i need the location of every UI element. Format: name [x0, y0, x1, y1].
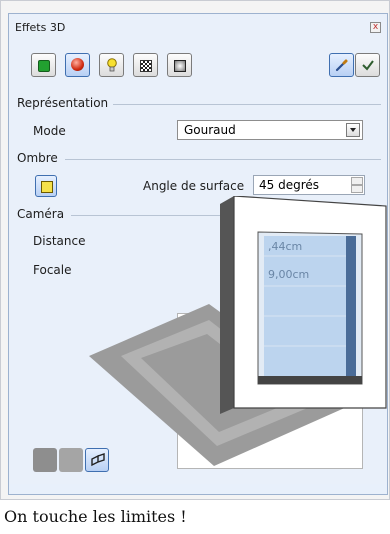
- perspective-toggle-button[interactable]: [85, 448, 109, 472]
- lightbulb-icon: [107, 58, 117, 72]
- update-button[interactable]: [355, 53, 380, 77]
- status-caption: On touche les limites !: [4, 507, 187, 526]
- section-divider: [65, 159, 381, 160]
- panel-title: Effets 3D: [15, 21, 66, 34]
- spin-up-icon[interactable]: [351, 177, 363, 185]
- 3d-window-object: ,44cm 9,00cm: [220, 195, 390, 422]
- chevron-down-icon[interactable]: [346, 123, 360, 137]
- surface-angle-label: Angle de surface: [143, 179, 245, 193]
- shadow-toggle-button[interactable]: [35, 175, 57, 197]
- camera-section-label: Caméra: [17, 207, 65, 221]
- effects-toolbar: [31, 53, 381, 77]
- convert-3d-icon[interactable]: [33, 448, 57, 472]
- checkmark-icon: [362, 60, 374, 71]
- mode-select-value: Gouraud: [184, 123, 236, 137]
- assign-button[interactable]: [329, 53, 354, 77]
- green-cube-icon: [38, 60, 50, 72]
- shading-button[interactable]: [65, 53, 90, 77]
- shadow-icon: [41, 181, 53, 193]
- lathe-object-icon[interactable]: [59, 448, 83, 472]
- shadow-section-label: Ombre: [17, 151, 58, 165]
- surface-angle-value: 45 degrés: [259, 178, 320, 192]
- illumination-button[interactable]: [99, 53, 124, 77]
- distance-label: Distance: [33, 234, 86, 248]
- pipette-icon: [335, 59, 348, 72]
- surface-angle-field[interactable]: 45 degrés: [253, 175, 365, 195]
- close-button[interactable]: x: [370, 22, 381, 33]
- section-divider: [71, 215, 223, 216]
- checker-texture-icon: [140, 60, 152, 72]
- mode-select[interactable]: Gouraud: [177, 120, 363, 140]
- focal-label: Focale: [33, 263, 72, 277]
- spin-down-icon[interactable]: [351, 185, 363, 193]
- material-button[interactable]: [167, 53, 192, 77]
- geometry-button[interactable]: [31, 53, 56, 77]
- panel-titlebar: Effets 3D x: [13, 18, 383, 38]
- textures-button[interactable]: [133, 53, 158, 77]
- perspective-icon: [91, 453, 105, 467]
- material-square-icon: [174, 60, 186, 72]
- window-frame-illustration: [220, 195, 387, 414]
- representation-section-label: Représentation: [17, 96, 109, 110]
- section-divider: [113, 104, 381, 105]
- red-sphere-icon: [71, 58, 84, 71]
- distance-value-ghost: ,44cm: [268, 240, 303, 253]
- mode-label: Mode: [33, 124, 66, 138]
- focal-value-ghost: 9,00cm: [268, 268, 310, 281]
